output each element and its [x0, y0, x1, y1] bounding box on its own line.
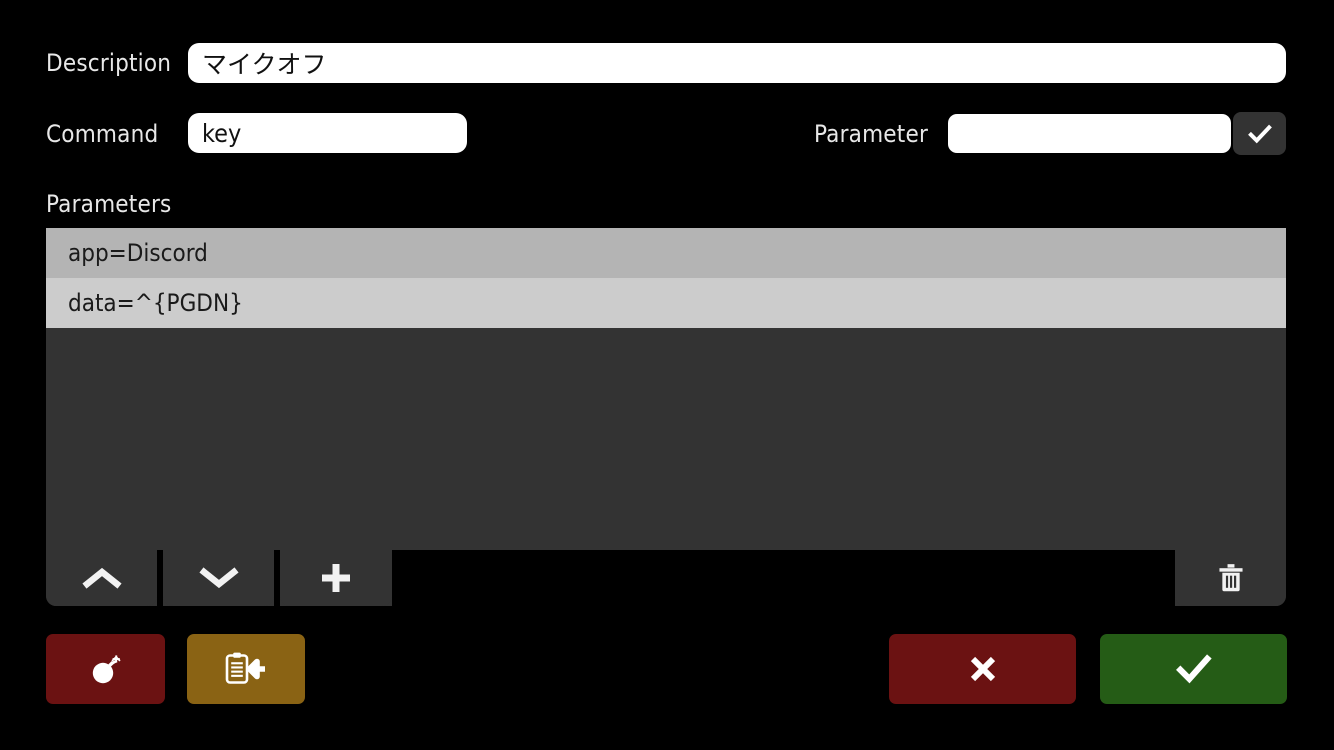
command-editor-screen: Description Command Parameter Parameters…: [0, 0, 1334, 750]
command-input[interactable]: [188, 113, 467, 153]
list-item[interactable]: app=Discord: [46, 228, 1286, 278]
bomb-icon: [88, 651, 124, 687]
move-down-button[interactable]: [163, 550, 274, 606]
parameter-confirm-button[interactable]: [1233, 112, 1286, 155]
trash-icon: [1217, 563, 1245, 593]
move-up-button[interactable]: [46, 550, 157, 606]
parameter-input[interactable]: [948, 114, 1231, 153]
list-item[interactable]: data=^{PGDN}: [46, 278, 1286, 328]
chevron-down-icon: [198, 565, 239, 591]
description-input[interactable]: [188, 43, 1286, 83]
plus-icon: [319, 561, 353, 595]
toolbar-spacer: [392, 550, 1175, 606]
clear-all-button[interactable]: [46, 634, 165, 704]
confirm-button[interactable]: [1100, 634, 1287, 704]
clipboard-import-icon: [224, 650, 268, 688]
command-label: Command: [46, 120, 159, 148]
check-icon: [1246, 120, 1274, 148]
close-x-icon: [968, 654, 998, 684]
parameters-list: app=Discord data=^{PGDN}: [46, 228, 1286, 328]
add-param-button[interactable]: [280, 550, 392, 606]
parameters-toolbar: [46, 550, 1286, 606]
delete-param-button[interactable]: [1175, 550, 1286, 606]
check-icon: [1175, 652, 1213, 686]
parameter-label: Parameter: [814, 120, 929, 148]
import-button[interactable]: [187, 634, 305, 704]
parameters-section-label: Parameters: [46, 190, 172, 218]
parameters-panel: app=Discord data=^{PGDN}: [46, 228, 1286, 606]
chevron-up-icon: [81, 565, 122, 591]
cancel-button[interactable]: [889, 634, 1076, 704]
description-label: Description: [46, 49, 172, 77]
